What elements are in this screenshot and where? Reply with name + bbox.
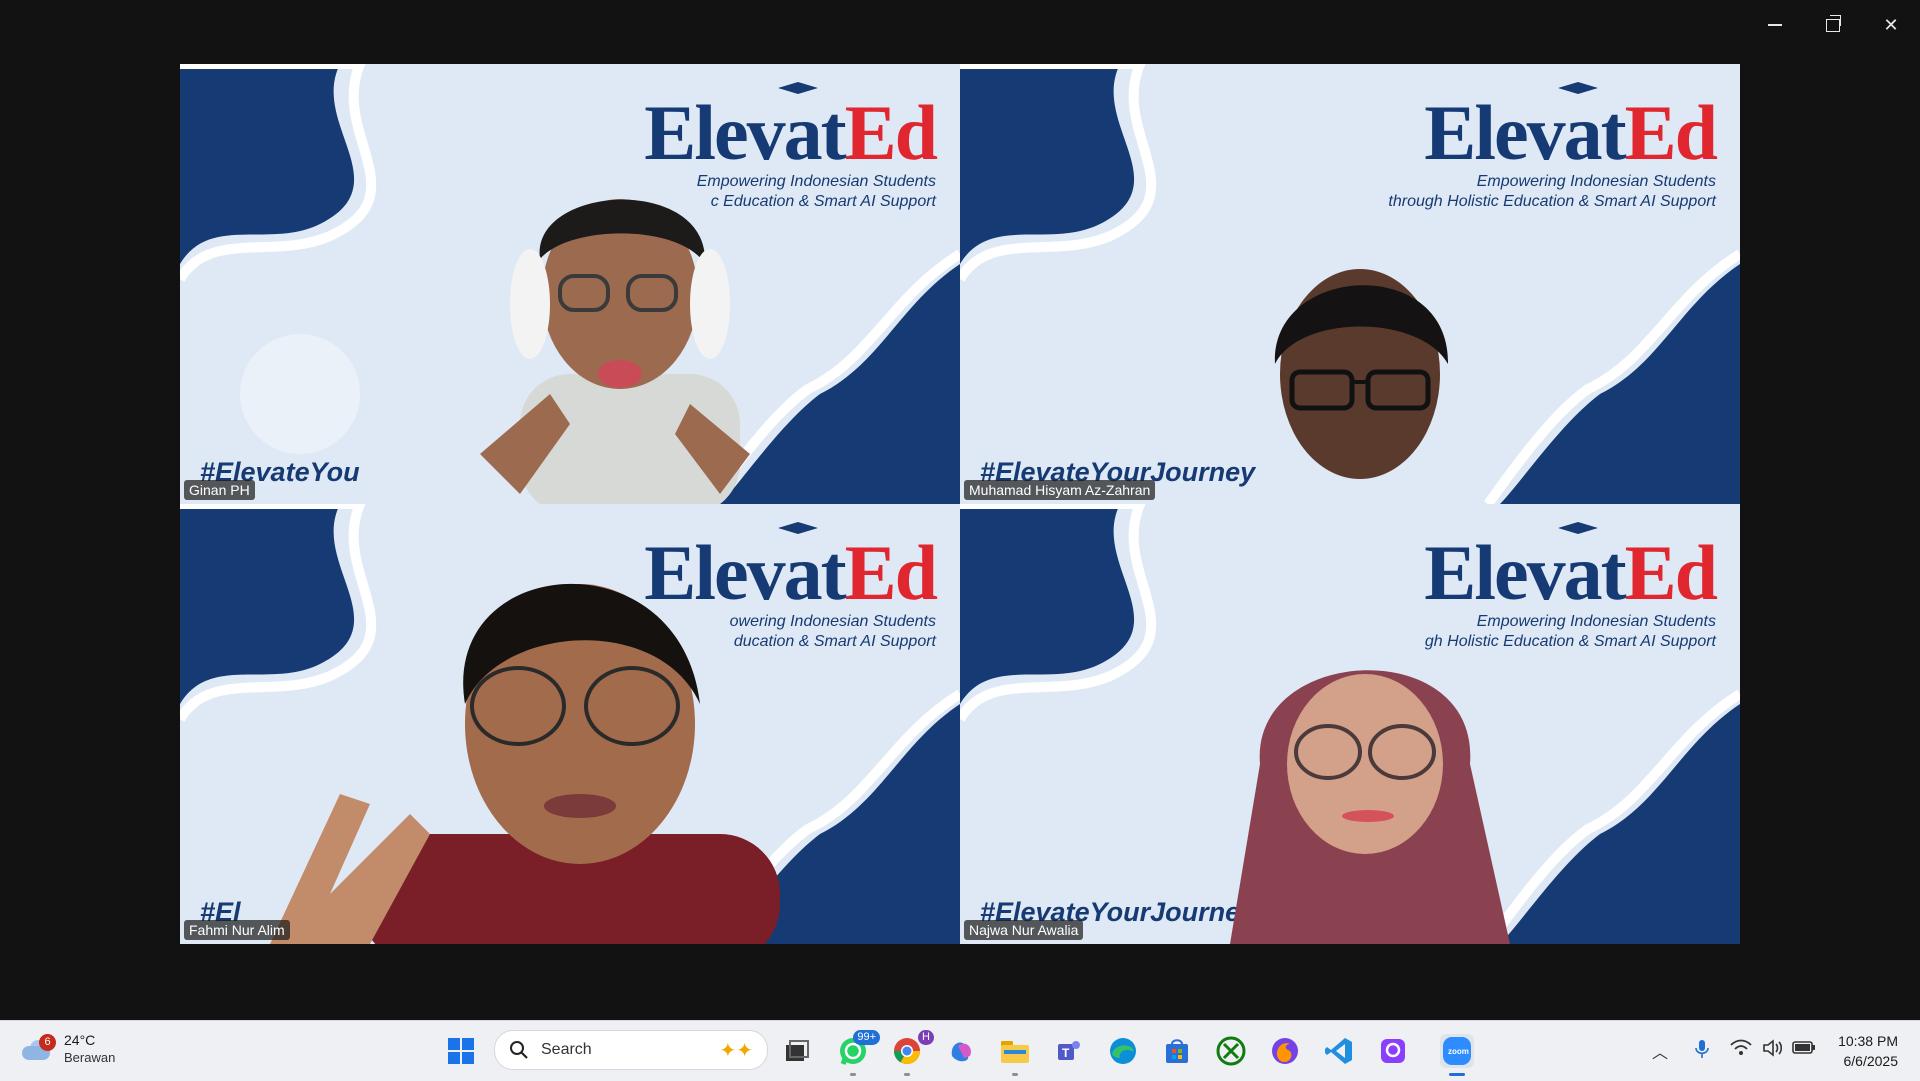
graduation-cap-icon	[1558, 82, 1598, 94]
video-tile-active-speaker[interactable]: ElevatEd Empowering Indonesian Students …	[960, 504, 1740, 944]
microphone-status[interactable]	[1694, 1039, 1710, 1064]
xbox-icon	[1216, 1036, 1246, 1066]
search-box[interactable]: Search ✦✦	[494, 1030, 768, 1070]
clock-time: 10:38 PM	[1838, 1033, 1898, 1049]
logo-text: Elevat	[644, 89, 846, 176]
video-tile[interactable]: ElevatEd owering Indonesian Students duc…	[180, 504, 960, 944]
edge-button[interactable]	[1106, 1034, 1140, 1068]
volume-status[interactable]	[1762, 1039, 1784, 1062]
svg-text:T: T	[1062, 1046, 1070, 1060]
store-icon	[1166, 1039, 1188, 1063]
weather-widget[interactable]: 6 24°C Berawan	[20, 1031, 115, 1067]
weather-condition: Berawan	[64, 1050, 116, 1065]
start-button[interactable]	[444, 1034, 478, 1068]
vscode-icon	[1325, 1038, 1352, 1064]
logo-text: Elevat	[1424, 89, 1626, 176]
xbox-button[interactable]	[1214, 1034, 1248, 1068]
chrome-profile-badge: H	[918, 1030, 934, 1045]
store-button[interactable]	[1160, 1034, 1194, 1068]
clock[interactable]: 10:38 PM 6/6/2025	[1838, 1031, 1898, 1071]
video-gallery: ElevatEd Empowering Indonesian Students …	[180, 64, 1740, 944]
video-tile[interactable]: ElevatEd Empowering Indonesian Students …	[960, 64, 1740, 504]
wifi-icon	[1730, 1039, 1752, 1055]
whatsapp-button[interactable]: 99+	[836, 1030, 880, 1076]
close-icon: ✕	[1883, 14, 1899, 35]
taskbar: 6 24°C Berawan Search ✦✦ 99+ H T zoom ︿ …	[0, 1020, 1920, 1081]
logo-text: Elevat	[1424, 529, 1626, 616]
participant-name: Najwa Nur Awalia	[964, 920, 1084, 940]
minimize-icon	[1768, 24, 1782, 26]
sparkle-icon: ✦✦	[719, 1040, 753, 1062]
copilot-button[interactable]	[944, 1034, 978, 1068]
video-tile[interactable]: ElevatEd Empowering Indonesian Students …	[180, 64, 960, 504]
windows-start-icon	[448, 1038, 474, 1064]
logo-accent: Ed	[1624, 89, 1718, 176]
proton-icon	[1381, 1039, 1405, 1063]
weather-cloud-icon: 6	[20, 1034, 56, 1060]
whatsapp-badge: 99+	[853, 1030, 880, 1045]
logo-accent: Ed	[844, 529, 938, 616]
restore-icon	[1826, 14, 1841, 32]
battery-status[interactable]	[1792, 1039, 1816, 1060]
participant-video	[270, 583, 780, 944]
zoom-button[interactable]: zoom	[1440, 1034, 1474, 1076]
chrome-icon	[893, 1038, 921, 1065]
participant-name: Muhamad Hisyam Az-Zahran	[964, 480, 1156, 500]
copilot-icon	[951, 1042, 971, 1062]
weather-temp: 24°C	[64, 1032, 96, 1048]
logo-accent: Ed	[1624, 529, 1718, 616]
task-view-button[interactable]	[780, 1034, 814, 1068]
file-explorer-icon	[1001, 1041, 1029, 1063]
battery-icon	[1792, 1041, 1815, 1054]
participant-name: Ginan PH	[184, 480, 255, 500]
task-view-icon	[786, 1040, 809, 1061]
minimize-button[interactable]	[1752, 10, 1798, 40]
participant-video	[1274, 269, 1449, 479]
microphone-icon	[1695, 1040, 1709, 1058]
zoom-icon: zoom	[1443, 1037, 1471, 1065]
brand-logo: ElevatEd Empowering Indonesian Students …	[1388, 82, 1718, 212]
participant-name: Fahmi Nur Alim	[184, 920, 290, 940]
weather-badge: 6	[39, 1034, 56, 1051]
wifi-status[interactable]	[1730, 1039, 1752, 1062]
participant-video	[480, 199, 750, 504]
firefox-icon	[1272, 1038, 1298, 1064]
show-hidden-icons-button[interactable]: ︿	[1652, 1039, 1668, 1063]
clock-date: 6/6/2025	[1843, 1053, 1899, 1069]
chevron-up-icon: ︿	[1652, 1045, 1669, 1062]
firefox-button[interactable]	[1268, 1034, 1302, 1068]
graduation-cap-icon	[1558, 522, 1598, 534]
teams-icon: T	[1058, 1041, 1080, 1060]
logo-accent: Ed	[844, 89, 938, 176]
teams-button[interactable]: T	[1052, 1034, 1086, 1068]
speaker-icon	[1763, 1039, 1783, 1057]
file-explorer-button[interactable]	[998, 1034, 1032, 1076]
search-label: Search	[541, 1041, 592, 1058]
search-icon	[510, 1041, 528, 1059]
vscode-button[interactable]	[1322, 1034, 1356, 1068]
graduation-cap-icon	[778, 82, 818, 94]
chrome-button[interactable]: H	[890, 1030, 934, 1076]
close-button[interactable]: ✕	[1868, 10, 1914, 40]
svg-text:zoom: zoom	[1448, 1047, 1469, 1056]
proton-button[interactable]	[1376, 1034, 1410, 1068]
edge-icon	[1110, 1038, 1136, 1064]
tagline-line2: through Holistic Education & Smart AI Su…	[1388, 193, 1716, 210]
restore-button[interactable]	[1810, 10, 1856, 40]
participant-video	[1230, 670, 1510, 944]
